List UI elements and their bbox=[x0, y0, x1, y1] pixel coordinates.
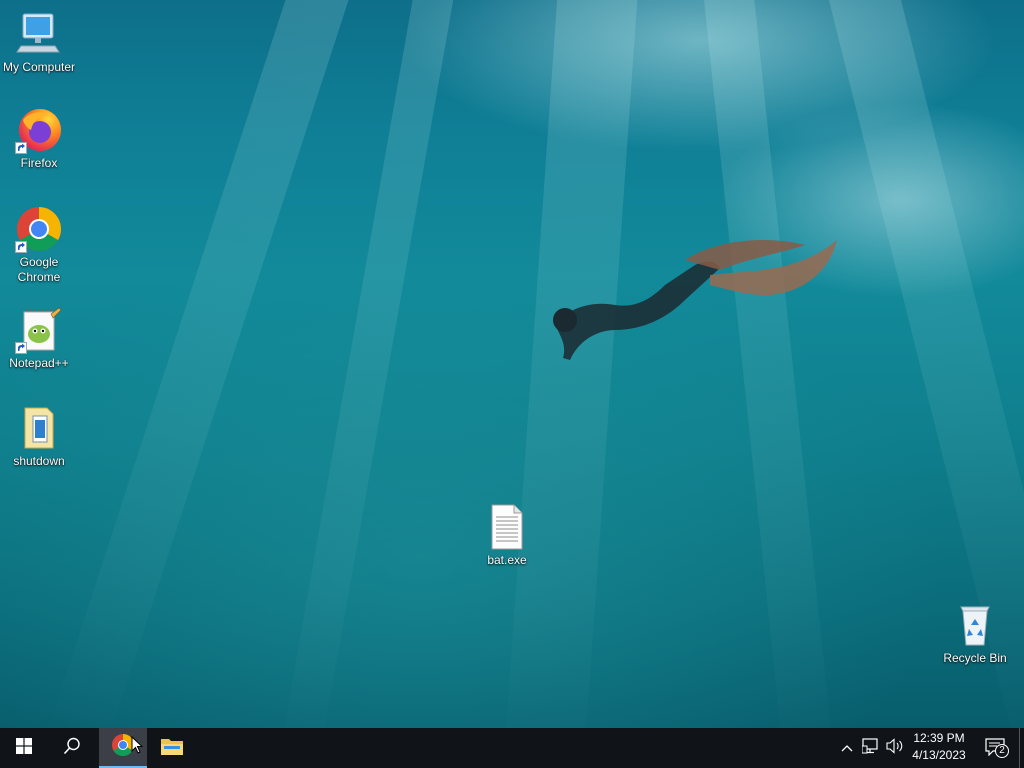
desktop-icon-bat-exe[interactable]: bat.exe bbox=[469, 503, 545, 568]
notification-icon: 2 bbox=[985, 738, 1009, 758]
taskbar-app-google-chrome[interactable] bbox=[99, 728, 147, 768]
desktop-icon-my-computer[interactable]: My Computer bbox=[1, 10, 77, 75]
clock-time: 12:39 PM bbox=[913, 731, 965, 745]
text-file-icon bbox=[483, 503, 531, 551]
desktop-icon-shutdown[interactable]: shutdown bbox=[1, 404, 77, 469]
folder-icon bbox=[160, 736, 184, 761]
windows-logo-icon bbox=[16, 737, 32, 759]
chrome-icon bbox=[15, 205, 63, 253]
shortcut-arrow-icon bbox=[15, 241, 27, 253]
desktop-icon-recycle-bin[interactable]: Recycle Bin bbox=[937, 601, 1013, 666]
desktop-icon-firefox[interactable]: Firefox bbox=[1, 106, 77, 171]
desktop-icon-label: Firefox bbox=[20, 156, 58, 170]
network-icon bbox=[861, 737, 880, 759]
desktop-icon-label: My Computer bbox=[2, 60, 76, 74]
desktop-icon-label: Recycle Bin bbox=[943, 651, 1007, 665]
notepad-plus-plus-icon bbox=[15, 306, 63, 354]
chevron-up-icon bbox=[841, 739, 853, 757]
shortcut-arrow-icon bbox=[15, 342, 27, 354]
diver-silhouette bbox=[553, 240, 837, 360]
computer-icon bbox=[15, 10, 63, 58]
taskbar-clock[interactable]: 12:39 PM 4/13/2023 bbox=[903, 730, 975, 766]
show-desktop-button[interactable] bbox=[1019, 728, 1020, 768]
shortcut-arrow-icon bbox=[15, 142, 27, 154]
volume-icon bbox=[886, 737, 904, 759]
desktop-icon-label: bat.exe bbox=[487, 553, 527, 567]
start-button[interactable] bbox=[0, 728, 48, 768]
clock-date: 4/13/2023 bbox=[912, 748, 966, 762]
batch-file-icon bbox=[15, 404, 63, 452]
taskbar-app-file-explorer[interactable] bbox=[148, 728, 196, 768]
notification-count-badge: 2 bbox=[995, 744, 1009, 758]
recycle-bin-icon bbox=[951, 601, 999, 649]
desktop-icon-label: shutdown bbox=[13, 454, 65, 468]
firefox-icon bbox=[15, 106, 63, 154]
desktop-icon-notepad-plus-plus[interactable]: Notepad++ bbox=[1, 306, 77, 371]
network-button[interactable] bbox=[859, 728, 883, 768]
desktop-icon-google-chrome[interactable]: Google Chrome bbox=[1, 205, 77, 285]
mouse-cursor-icon bbox=[131, 735, 144, 759]
show-hidden-icons-button[interactable] bbox=[836, 728, 858, 768]
desktop-wallpaper: My Computer Firefox Google Chrome Notepa… bbox=[0, 0, 1024, 728]
search-button[interactable] bbox=[48, 728, 96, 768]
desktop-icon-label: Google Chrome bbox=[17, 255, 61, 284]
desktop-icon-label: Notepad++ bbox=[9, 356, 69, 370]
taskbar: 12:39 PM 4/13/2023 2 bbox=[0, 728, 1024, 768]
search-icon bbox=[63, 737, 81, 760]
action-center-button[interactable]: 2 bbox=[978, 728, 1014, 768]
